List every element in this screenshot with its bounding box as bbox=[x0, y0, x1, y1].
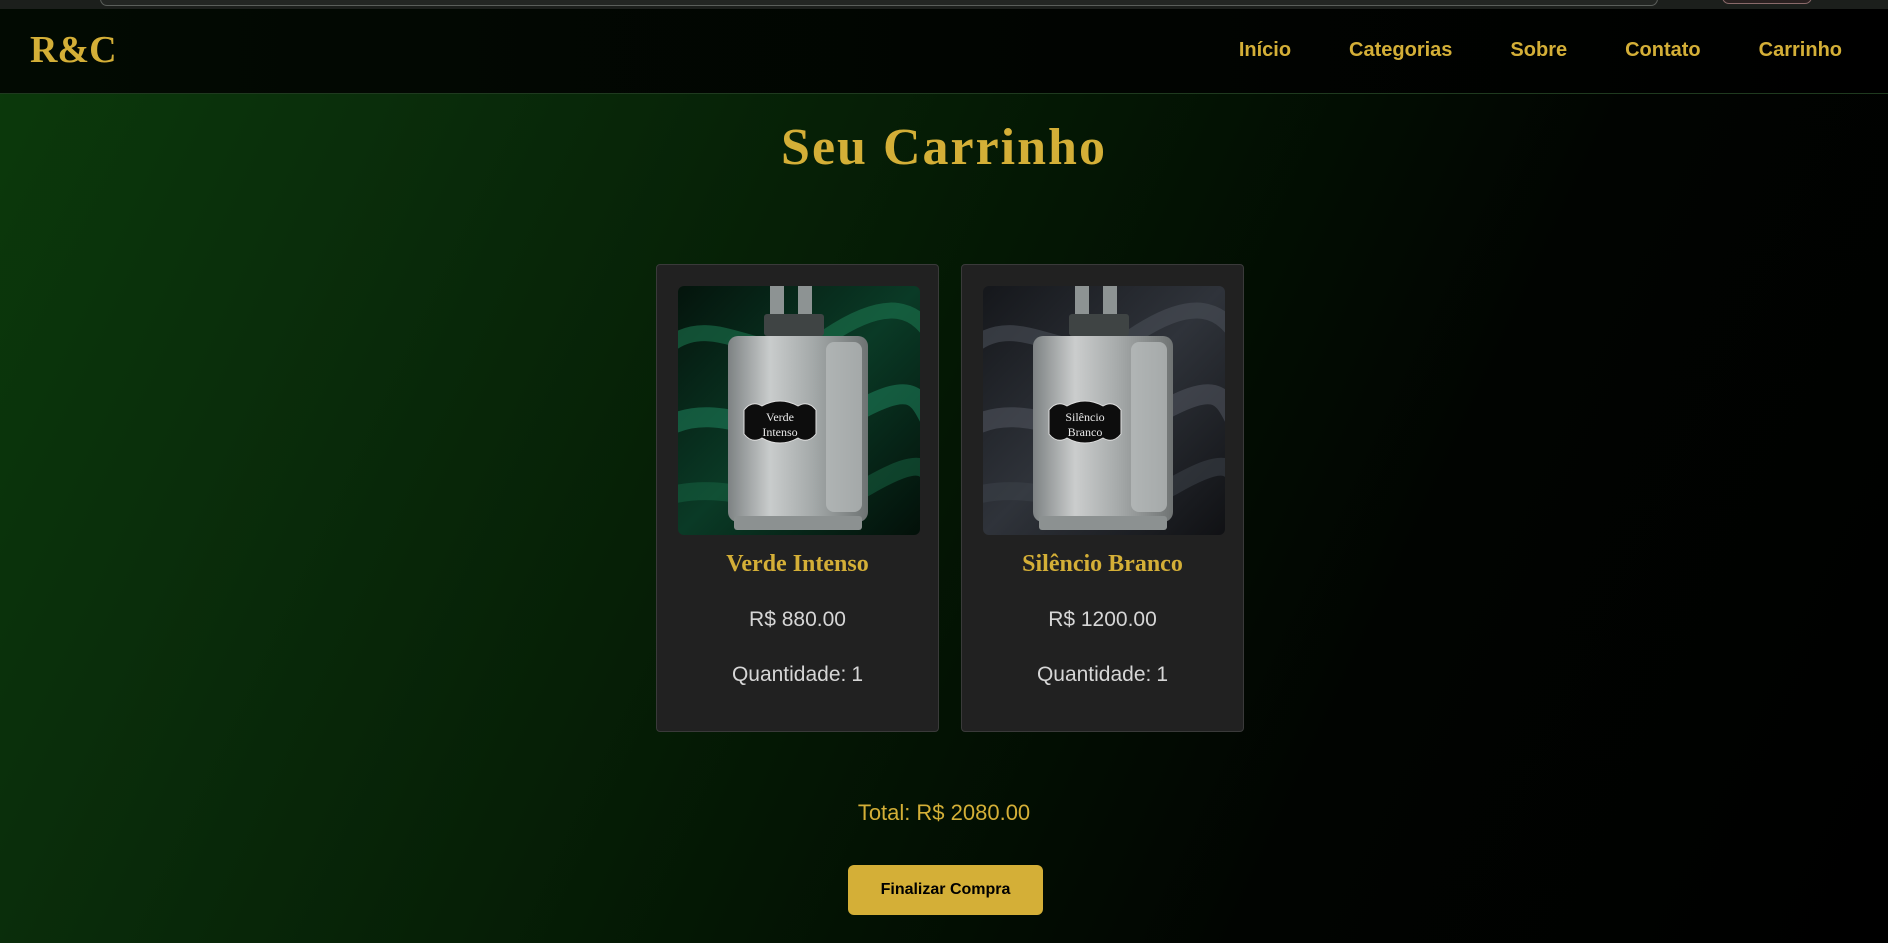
product-quantity: Quantidade: 1 bbox=[657, 663, 938, 687]
nav-contato[interactable]: Contato bbox=[1625, 40, 1701, 60]
nav-inicio[interactable]: Início bbox=[1239, 40, 1291, 60]
browser-address-bar[interactable] bbox=[100, 0, 1658, 6]
quantity-value: 1 bbox=[851, 663, 864, 686]
product-quantity: Quantidade: 1 bbox=[962, 663, 1243, 687]
cart-item: Verde Intenso Verde Intenso R$ 880.00 Qu… bbox=[656, 264, 939, 732]
product-image: Verde Intenso bbox=[678, 286, 920, 535]
bottle-label: Verde Intenso bbox=[743, 400, 817, 444]
cart-total: Total: R$ 2080.00 bbox=[0, 800, 1888, 826]
nav-sobre[interactable]: Sobre bbox=[1510, 40, 1567, 60]
product-price: R$ 1200.00 bbox=[1048, 608, 1157, 631]
checkout-button[interactable]: Finalizar Compra bbox=[848, 865, 1043, 915]
browser-profile-pill[interactable] bbox=[1722, 0, 1812, 4]
site-header: R&C Início Categorias Sobre Contato Carr… bbox=[0, 9, 1888, 94]
quantity-value: 1 bbox=[1156, 663, 1169, 686]
product-name: Silêncio Branco bbox=[1022, 551, 1183, 577]
quantity-label: Quantidade: bbox=[1036, 663, 1152, 686]
product-name: Verde Intenso bbox=[726, 551, 869, 577]
product-image: Silêncio Branco bbox=[983, 286, 1225, 535]
svg-text:Branco: Branco bbox=[1068, 425, 1103, 439]
page-title: Seu Carrinho bbox=[781, 119, 1107, 176]
quantity-label: Quantidade: bbox=[731, 663, 847, 686]
cart-items: Verde Intenso Verde Intenso R$ 880.00 Qu… bbox=[656, 264, 1244, 732]
main-nav: Início Categorias Sobre Contato Carrinho bbox=[1239, 40, 1842, 60]
bottle-label: Silêncio Branco bbox=[1048, 400, 1122, 444]
total-label: Total: bbox=[857, 800, 911, 825]
nav-categorias[interactable]: Categorias bbox=[1349, 40, 1452, 60]
site-logo[interactable]: R&C bbox=[30, 31, 117, 69]
nav-carrinho[interactable]: Carrinho bbox=[1759, 40, 1842, 60]
total-value: R$ 2080.00 bbox=[916, 800, 1031, 825]
svg-text:Silêncio: Silêncio bbox=[1065, 410, 1104, 424]
svg-text:Verde: Verde bbox=[766, 410, 794, 424]
product-price: R$ 880.00 bbox=[749, 608, 846, 631]
svg-text:Intenso: Intenso bbox=[762, 425, 797, 439]
cart-item: Silêncio Branco Silêncio Branco R$ 1200.… bbox=[961, 264, 1244, 732]
browser-chrome-strip bbox=[0, 0, 1888, 9]
